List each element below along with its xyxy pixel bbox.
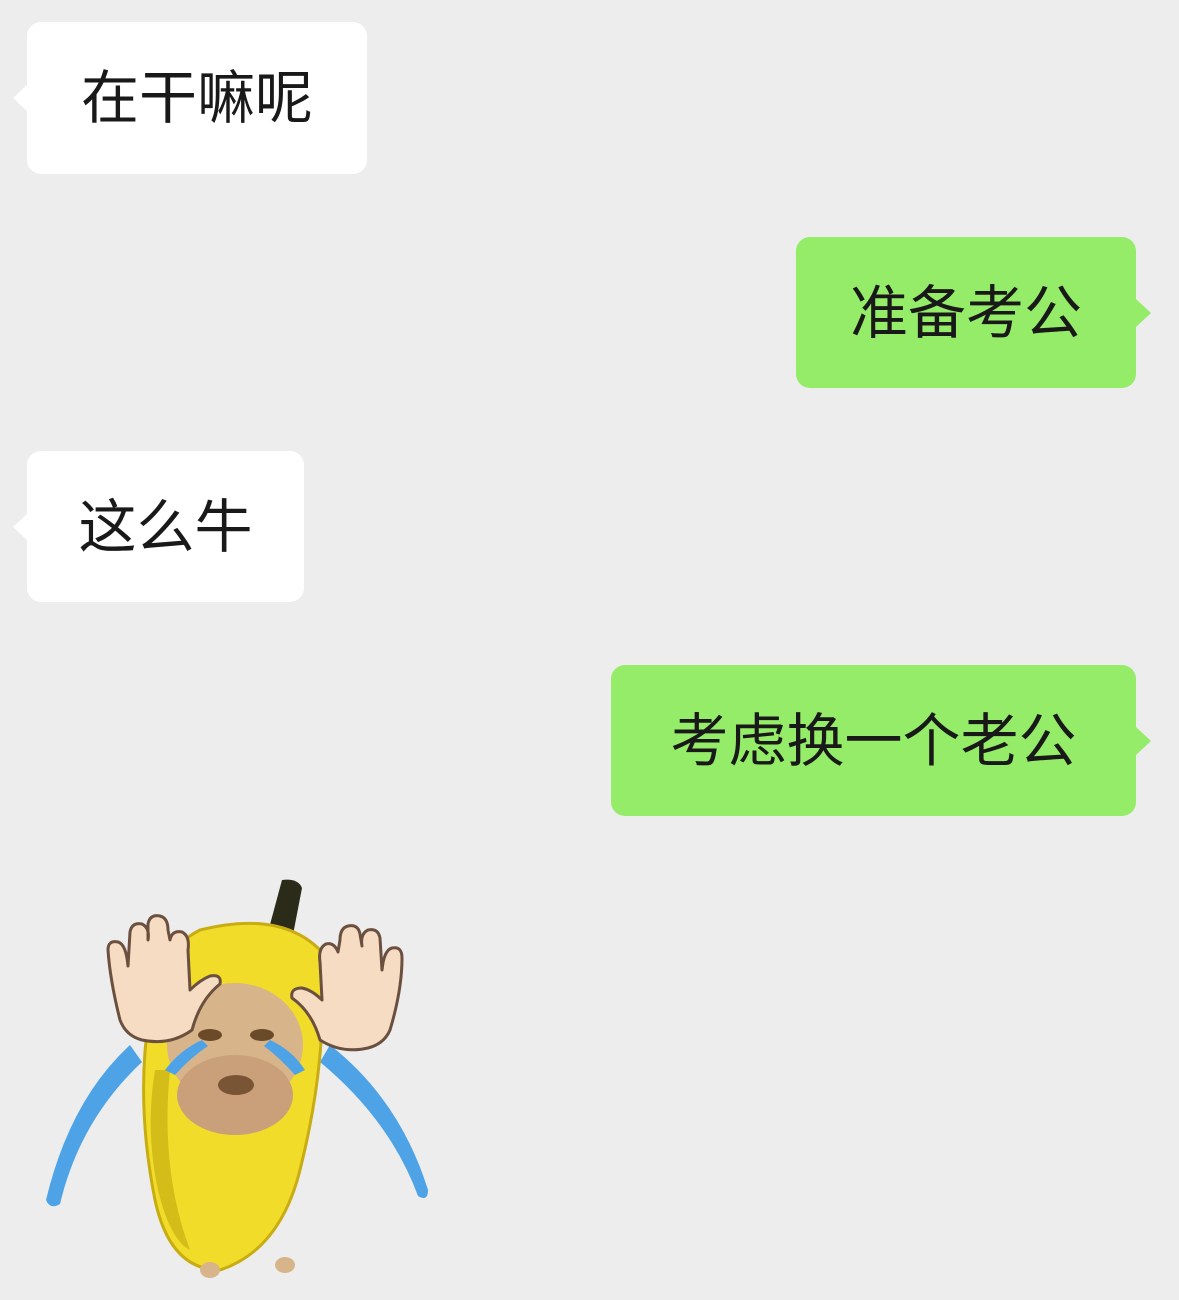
message-text: 准备考公	[849, 278, 1082, 347]
sticker-message[interactable]	[30, 870, 450, 1290]
message-text: 在干嘛呢	[80, 64, 313, 132]
incoming-message-bubble[interactable]: 在干嘛呢	[13, 22, 367, 174]
outgoing-message-bubble[interactable]: 准备考公	[796, 237, 1151, 388]
crying-banana-cat-sticker-icon	[46, 879, 428, 1278]
message-text: 考虑换一个老公	[670, 706, 1077, 775]
incoming-message-bubble[interactable]: 这么牛	[13, 451, 304, 602]
outgoing-message-bubble[interactable]: 考虑换一个老公	[611, 665, 1151, 816]
message-text: 这么牛	[78, 492, 253, 561]
